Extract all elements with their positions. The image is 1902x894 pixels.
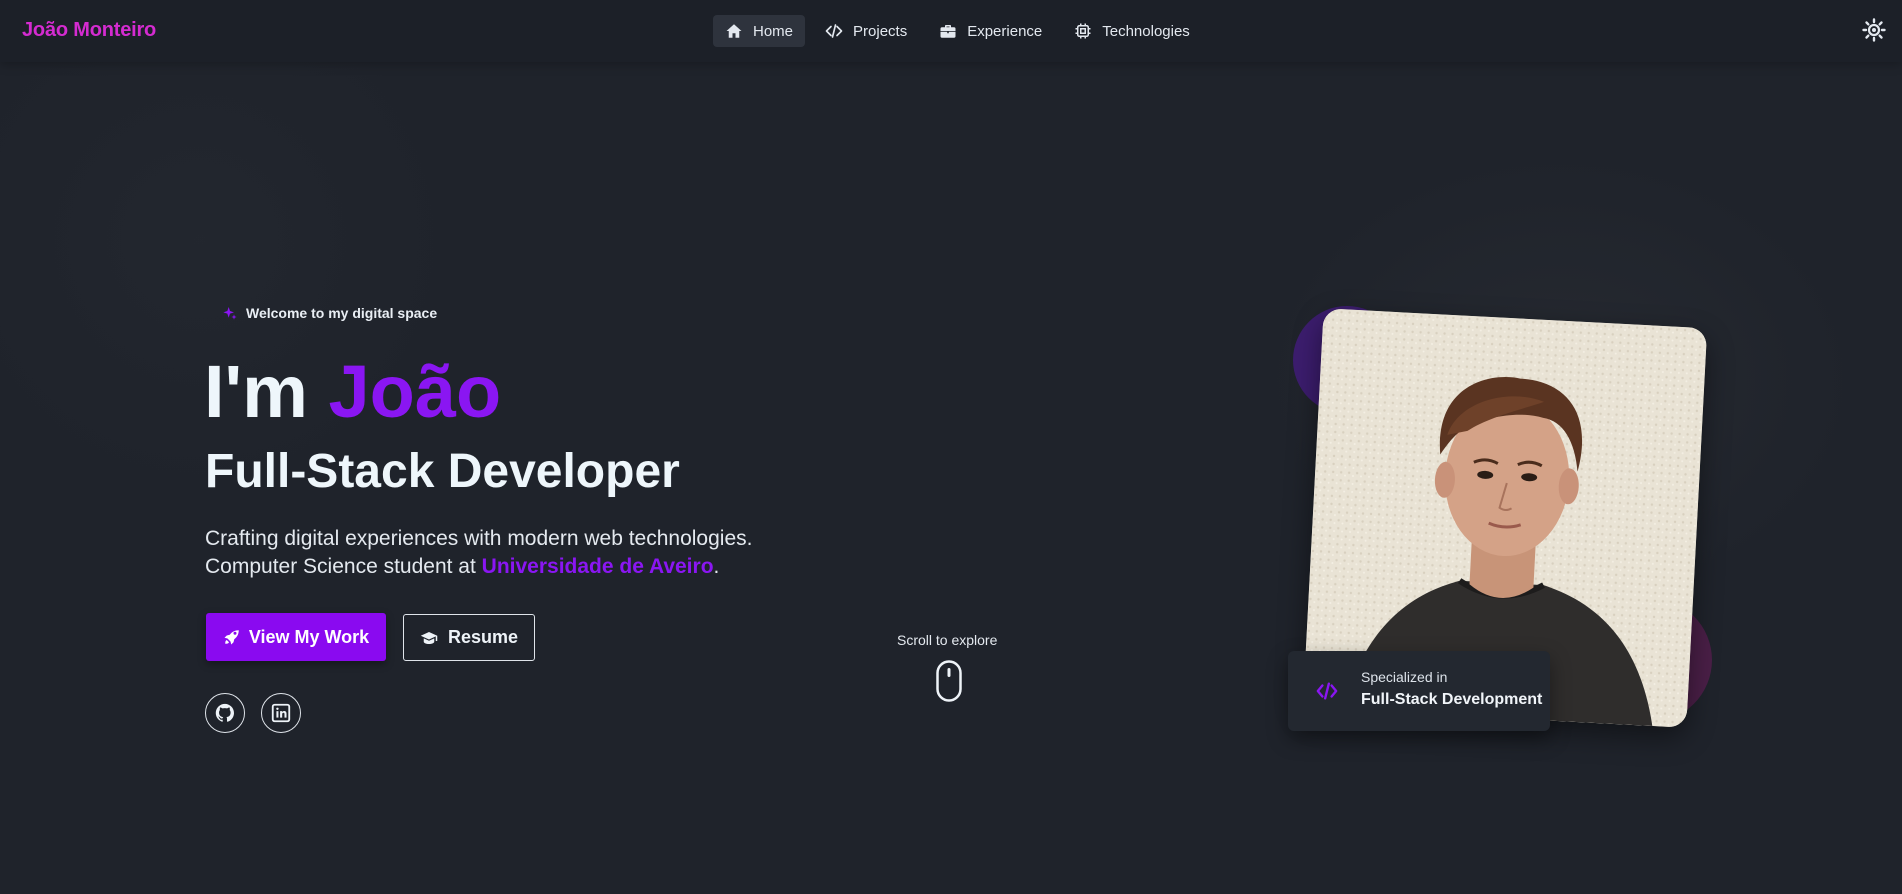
rocket-icon xyxy=(224,630,239,645)
linkedin-link[interactable] xyxy=(261,693,301,733)
hero-description-prefix: Computer Science student at xyxy=(205,555,482,578)
navbar: João Monteiro Home Projects Experience T… xyxy=(0,0,1902,62)
welcome-badge: Welcome to my digital space xyxy=(222,305,437,321)
brand-logo[interactable]: João Monteiro xyxy=(22,19,156,42)
nav-item-label: Projects xyxy=(853,22,908,40)
nav-item-label: Experience xyxy=(967,22,1043,40)
hero-title-name: João xyxy=(328,350,502,433)
code-icon xyxy=(825,24,843,38)
hero-title-prefix: I'm xyxy=(204,350,329,433)
nav-item-projects[interactable]: Projects xyxy=(813,15,919,47)
home-icon xyxy=(726,24,742,38)
chip-icon xyxy=(1075,23,1091,39)
github-icon xyxy=(215,703,234,722)
linkedin-icon xyxy=(271,703,291,723)
nav-item-label: Home xyxy=(753,22,794,40)
resume-label: Resume xyxy=(447,627,519,647)
nav-item-home[interactable]: Home xyxy=(713,15,806,47)
nav-item-technologies[interactable]: Technologies xyxy=(1062,15,1202,47)
nav-item-label: Technologies xyxy=(1102,22,1190,40)
hero-title: I'm João xyxy=(204,352,501,432)
scroll-hint: Scroll to explore xyxy=(897,632,998,648)
view-my-work-label: View My Work xyxy=(248,626,370,647)
sparkle-icon xyxy=(223,307,237,320)
hero-description-line-1: Crafting digital experiences with modern… xyxy=(205,527,753,550)
sun-icon[interactable] xyxy=(1862,18,1886,42)
hero-role: Full-Stack Developer xyxy=(205,445,680,498)
hero-description-line-2: Computer Science student at Universidade… xyxy=(205,553,752,581)
github-link[interactable] xyxy=(205,693,245,733)
nav-item-experience[interactable]: Experience xyxy=(927,15,1054,47)
view-my-work-button[interactable]: View My Work xyxy=(206,613,386,661)
resume-button[interactable]: Resume xyxy=(403,614,535,661)
graduation-cap-icon xyxy=(420,631,438,644)
code-icon xyxy=(1316,682,1338,700)
hero-description: Crafting digital experiences with modern… xyxy=(205,525,752,581)
main-nav: Home Projects Experience Technologies xyxy=(713,15,1202,47)
briefcase-icon xyxy=(940,25,956,38)
specialty-label: Specialized in xyxy=(1361,669,1448,685)
mouse-icon[interactable] xyxy=(936,660,962,702)
university-name: Universidade de Aveiro xyxy=(481,555,714,578)
hero-description-suffix: . xyxy=(713,555,720,578)
welcome-text: Welcome to my digital space xyxy=(246,305,438,321)
specialty-card: Specialized in Full-Stack Development xyxy=(1288,651,1550,731)
specialty-value: Full-Stack Development xyxy=(1361,691,1543,708)
